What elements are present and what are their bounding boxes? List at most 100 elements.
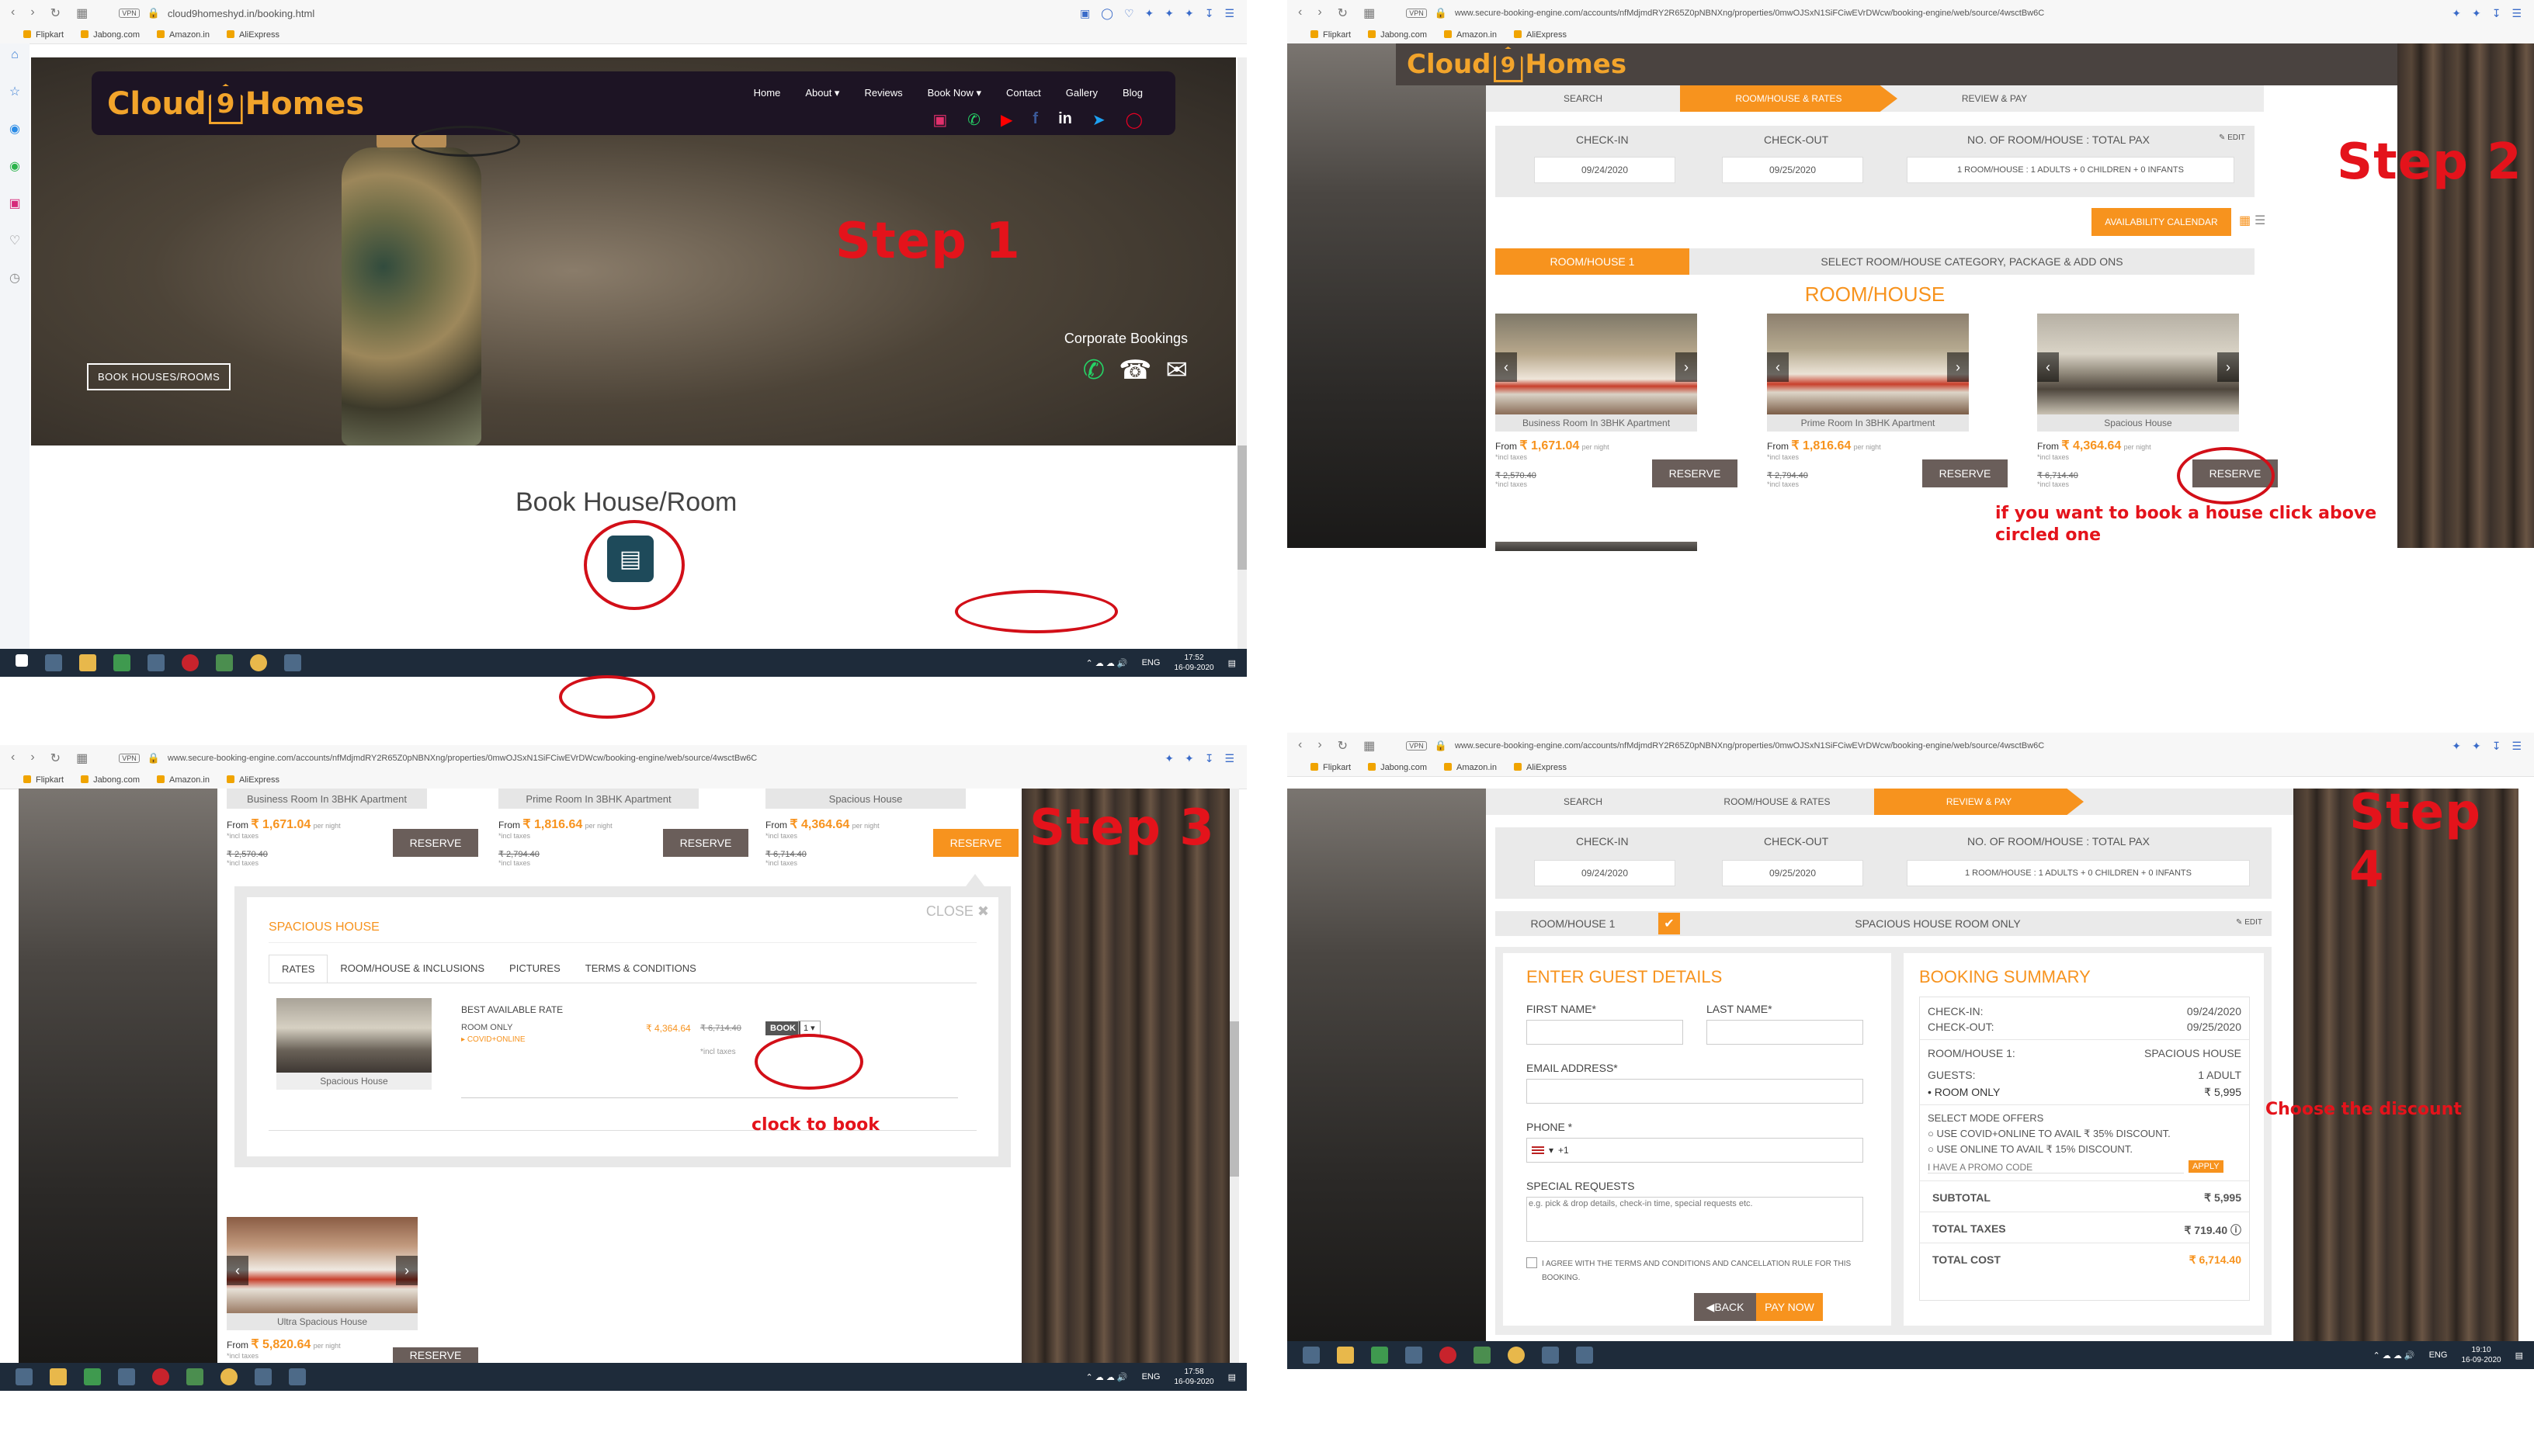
notification-icon[interactable]: ▤ [1228, 1372, 1236, 1382]
phone-field[interactable]: ▾ +1 [1526, 1138, 1863, 1163]
pax-field[interactable]: 1 ROOM/HOUSE : 1 ADULTS + 0 CHILDREN + 0… [1907, 157, 2234, 183]
start-icon[interactable] [16, 654, 28, 667]
tab-pictures[interactable]: PICTURES [497, 955, 573, 983]
rate-image[interactable] [276, 998, 432, 1073]
last-name-field[interactable] [1706, 1020, 1863, 1045]
youtube-icon[interactable]: ▶ [1001, 110, 1012, 130]
bookmark-item[interactable]: Jabong.com [1368, 763, 1427, 772]
reload-icon[interactable]: ↻ [50, 751, 61, 766]
facebook-icon[interactable]: f [1033, 110, 1038, 130]
reserve-button[interactable]: RESERVE [393, 829, 478, 857]
linkedin-icon[interactable]: in [1058, 110, 1072, 130]
chrome-icon[interactable] [1508, 1347, 1525, 1364]
home-icon[interactable]: ⌂ [11, 48, 19, 62]
app-icon[interactable] [216, 654, 233, 671]
pay-now-button[interactable]: PAY NOW [1756, 1293, 1823, 1321]
bookmark-item[interactable]: Jabong.com [81, 30, 140, 40]
reload-icon[interactable]: ↻ [50, 5, 61, 21]
language-indicator[interactable]: ENG [1142, 1372, 1161, 1381]
extension-icon[interactable]: ✦ [2452, 7, 2461, 20]
star-icon[interactable]: ☆ [9, 84, 20, 99]
language-indicator[interactable]: ENG [1142, 658, 1161, 667]
tab-review-pay[interactable]: REVIEW & PAY [1874, 789, 2084, 815]
menu-icon[interactable]: ☰ [1224, 7, 1234, 20]
download-icon[interactable]: ↧ [2492, 740, 2501, 753]
folder-icon[interactable] [1337, 1347, 1354, 1364]
app-icon[interactable] [289, 1368, 306, 1385]
download-icon[interactable]: ↧ [1205, 752, 1214, 765]
discount-option-covid[interactable]: ○ USE COVID+ONLINE TO AVAIL ₹ 35% DISCOU… [1928, 1128, 2171, 1140]
heart-icon[interactable]: ♡ [1124, 7, 1134, 20]
close-button[interactable]: CLOSE ✖ [926, 903, 989, 920]
grid-icon[interactable]: ▦ [76, 5, 88, 21]
app-icon[interactable] [1303, 1347, 1320, 1364]
chrome-icon[interactable] [220, 1368, 238, 1385]
extension-icon[interactable]: ✦ [2472, 740, 2481, 753]
app-icon[interactable] [1542, 1347, 1559, 1364]
extension-icon[interactable]: ✦ [1185, 7, 1194, 20]
app-icon[interactable] [1576, 1347, 1593, 1364]
reserve-button[interactable]: RESERVE [1922, 459, 2008, 487]
clock[interactable]: 19:10 16-09-2020 [2461, 1345, 2501, 1365]
reload-icon[interactable]: ↻ [1338, 738, 1348, 754]
special-requests-field[interactable] [1526, 1197, 1863, 1242]
back-button[interactable]: ◀ BACK [1694, 1293, 1756, 1321]
bookmark-item[interactable]: AliExpress [1514, 763, 1567, 772]
address-bar[interactable]: cloud9homeshyd.in/booking.html [168, 8, 314, 19]
next-arrow-icon[interactable]: › [1675, 352, 1697, 382]
folder-icon[interactable] [79, 654, 96, 671]
nav-book-now[interactable]: Book Now ▾ [928, 87, 981, 99]
scrollbar[interactable] [1230, 789, 1239, 1363]
back-icon[interactable]: ‹ [11, 5, 15, 21]
extension-icon[interactable]: ✦ [1165, 7, 1174, 20]
flag-icon[interactable] [1532, 1146, 1544, 1154]
notification-icon[interactable]: ▤ [2515, 1350, 2523, 1361]
download-icon[interactable]: ↧ [1205, 7, 1214, 20]
grid-icon[interactable]: ▦ [1363, 5, 1375, 21]
room-tab[interactable]: ROOM/HOUSE 1 [1495, 248, 1689, 275]
book-houses-button[interactable]: BOOK HOUSES/ROOMS [87, 363, 231, 390]
menu-icon[interactable]: ☰ [2511, 740, 2522, 753]
reserve-button[interactable]: RESERVE [663, 829, 748, 857]
site-logo[interactable]: Cloud 9 Homes [107, 84, 364, 124]
grid-view-icon[interactable]: ▦ [2239, 213, 2251, 228]
app-icon[interactable] [113, 654, 130, 671]
app-icon[interactable] [255, 1368, 272, 1385]
heart-icon[interactable]: ♡ [9, 233, 20, 248]
tab-room-rates[interactable]: ROOM/HOUSE & RATES [1680, 85, 1897, 112]
twitter-icon[interactable]: ➤ [1092, 110, 1106, 130]
vpn-badge[interactable]: VPN [1406, 9, 1427, 18]
notification-icon[interactable]: ▤ [1228, 658, 1236, 668]
bookmark-item[interactable]: Amazon.in [1444, 30, 1497, 40]
nav-reviews[interactable]: Reviews [864, 87, 902, 99]
opera-icon[interactable] [182, 654, 199, 671]
bookmark-item[interactable]: AliExpress [227, 775, 279, 785]
app-icon[interactable] [1405, 1347, 1422, 1364]
download-icon[interactable]: ↧ [2492, 7, 2501, 20]
room-image[interactable]: ‹ › [1767, 314, 1969, 414]
app-icon[interactable] [284, 654, 301, 671]
book-button[interactable]: BOOK [765, 1021, 800, 1035]
extension-icon[interactable]: ✦ [1165, 752, 1174, 765]
list-view-icon[interactable]: ☰ [2255, 213, 2265, 228]
checkin-field[interactable]: 09/24/2020 [1534, 860, 1675, 886]
language-indicator[interactable]: ENG [2429, 1350, 2448, 1360]
tab-search[interactable]: SEARCH [1486, 85, 1680, 112]
whatsapp-icon[interactable]: ✆ [967, 110, 981, 130]
tab-review-pay[interactable]: REVIEW & PAY [1897, 85, 2091, 112]
agree-checkbox[interactable] [1526, 1257, 1537, 1268]
address-bar[interactable]: www.secure-booking-engine.com/accounts/n… [168, 754, 757, 763]
edit-link[interactable]: ✎ EDIT [2219, 133, 2245, 142]
nav-about[interactable]: About ▾ [805, 87, 839, 99]
info-icon[interactable]: ⓘ [2230, 1224, 2241, 1236]
back-icon[interactable]: ‹ [11, 751, 15, 766]
bookmark-item[interactable]: Jabong.com [1368, 30, 1427, 40]
back-icon[interactable]: ‹ [1298, 5, 1302, 21]
bookmark-item[interactable]: Flipkart [1310, 763, 1351, 772]
bookmark-item[interactable]: Amazon.in [1444, 763, 1497, 772]
pax-field[interactable]: 1 ROOM/HOUSE : 1 ADULTS + 0 CHILDREN + 0… [1907, 860, 2250, 886]
edit-link[interactable]: ✎ EDIT [2236, 918, 2262, 927]
mail-icon[interactable]: ✉ [1166, 355, 1189, 386]
vpn-badge[interactable]: VPN [119, 754, 140, 763]
vpn-badge[interactable]: VPN [1406, 741, 1427, 751]
